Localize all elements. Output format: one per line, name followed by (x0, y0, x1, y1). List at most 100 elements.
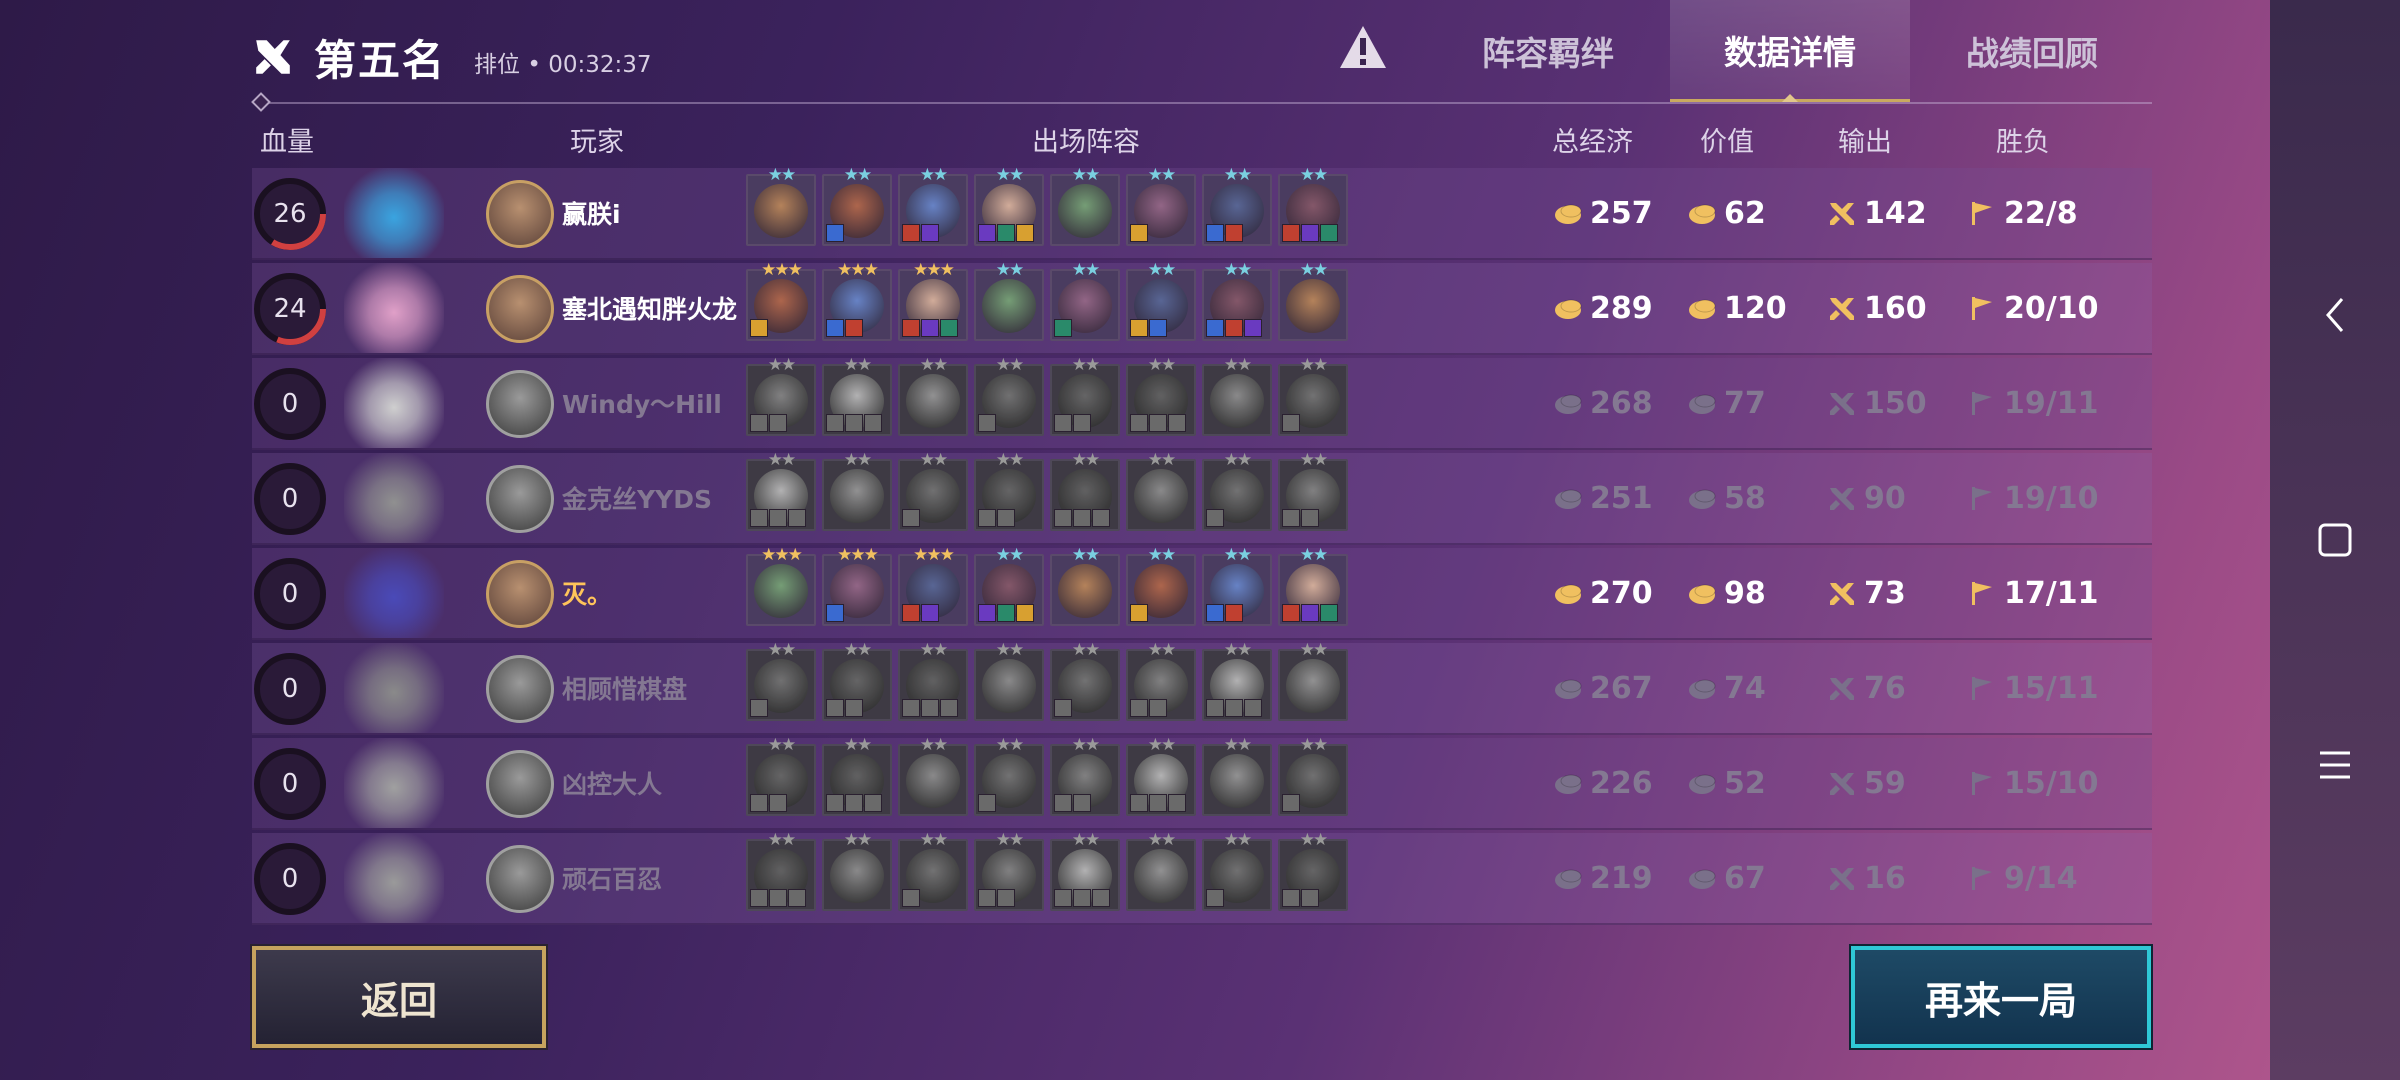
flag-icon (1972, 867, 1992, 890)
warning-icon[interactable] (1338, 24, 1388, 70)
champion-unit[interactable]: ★★ (746, 356, 816, 436)
table-row[interactable]: 0 相顾惜棋盘 ★★ ★★ ★★ ★★ ★★ ★★ ★★ ★★ 267 74 76 15/11 (252, 641, 2152, 735)
tab-match-review[interactable]: 战绩回顾 (1912, 0, 2152, 102)
tab-lineup-bonds[interactable]: 阵容羁绊 (1428, 0, 1668, 102)
champion-unit[interactable]: ★★ (974, 736, 1044, 816)
champion-unit[interactable]: ★★ (746, 451, 816, 531)
champion-unit[interactable]: ★★ (1050, 736, 1120, 816)
champion-unit[interactable]: ★★ (1050, 641, 1120, 721)
champion-unit[interactable]: ★★ (898, 356, 968, 436)
table-row[interactable]: 26 赢朕i ★★ ★★ ★★ ★★ ★★ ★★ ★★ ★★ 257 62 142 22/8 (252, 166, 2152, 260)
table-row[interactable]: 0 金克丝YYDS ★★ ★★ ★★ ★★ ★★ ★★ ★★ ★★ 251 58 90 19/10 (252, 451, 2152, 545)
nav-back-button[interactable] (2270, 270, 2400, 360)
economy-stat-value: 267 (1590, 670, 1653, 706)
avatar[interactable] (486, 750, 554, 818)
item-slots (978, 889, 1015, 907)
champion-unit[interactable]: ★★★ (822, 546, 892, 626)
champion-unit[interactable]: ★★ (746, 641, 816, 721)
champion-unit[interactable]: ★★ (1126, 736, 1196, 816)
champion-unit[interactable]: ★★ (974, 356, 1044, 436)
champion-unit[interactable]: ★★ (898, 736, 968, 816)
champion-unit[interactable]: ★★ (1202, 641, 1272, 721)
champion-unit[interactable]: ★★★ (746, 261, 816, 341)
champion-unit[interactable]: ★★ (1202, 831, 1272, 911)
table-row[interactable]: 0 灭。 ★★★ ★★★ ★★★ ★★ ★★ ★★ ★★ ★★ 270 98 73 17/11 (252, 546, 2152, 640)
champion-unit[interactable]: ★★ (1278, 166, 1348, 246)
item-slots (902, 224, 939, 242)
champion-unit[interactable]: ★★ (1202, 356, 1272, 436)
avatar[interactable] (486, 845, 554, 913)
champion-unit[interactable]: ★★ (974, 641, 1044, 721)
champion-unit[interactable]: ★★ (974, 831, 1044, 911)
champion-unit[interactable]: ★★ (822, 166, 892, 246)
nav-menu-button[interactable] (2270, 720, 2400, 810)
champion-unit[interactable]: ★★ (1050, 451, 1120, 531)
champion-unit[interactable]: ★★ (1126, 831, 1196, 911)
tab-data-details[interactable]: 数据详情 (1670, 0, 1910, 102)
table-row[interactable]: 0 Windy～Hill ★★ ★★ ★★ ★★ ★★ ★★ ★★ ★★ 268 77 150 19/11 (252, 356, 2152, 450)
champion-unit[interactable]: ★★ (1126, 451, 1196, 531)
champion-unit[interactable]: ★★ (1278, 736, 1348, 816)
champion-unit[interactable]: ★★ (974, 546, 1044, 626)
champion-unit[interactable]: ★★ (1202, 546, 1272, 626)
champion-unit[interactable]: ★★★ (898, 546, 968, 626)
champion-unit[interactable]: ★★ (1202, 166, 1272, 246)
item-icon (864, 414, 882, 432)
item-slots (826, 699, 863, 717)
item-slots (750, 699, 768, 717)
champion-unit[interactable]: ★★★ (746, 546, 816, 626)
champion-unit[interactable]: ★★★ (822, 261, 892, 341)
champion-unit[interactable]: ★★ (1202, 261, 1272, 341)
champion-unit[interactable]: ★★ (1050, 831, 1120, 911)
avatar[interactable] (486, 180, 554, 248)
champion-unit[interactable]: ★★ (1278, 546, 1348, 626)
champion-unit[interactable]: ★★ (1050, 166, 1120, 246)
champion-unit[interactable]: ★★ (1126, 546, 1196, 626)
champion-unit[interactable]: ★★ (746, 736, 816, 816)
champion-unit[interactable]: ★★ (746, 831, 816, 911)
champion-unit[interactable]: ★★ (822, 831, 892, 911)
active-tab-indicator (1782, 94, 1798, 102)
champion-unit[interactable]: ★★ (1126, 356, 1196, 436)
record-stat-value: 15/10 (2004, 765, 2099, 801)
champion-unit[interactable]: ★★ (746, 166, 816, 246)
table-row[interactable]: 0 顽石百忍 ★★ ★★ ★★ ★★ ★★ ★★ ★★ ★★ 219 67 16 9/14 (252, 831, 2152, 925)
champion-unit[interactable]: ★★ (1126, 641, 1196, 721)
back-button[interactable]: 返回 (250, 944, 548, 1050)
champion-unit[interactable]: ★★ (1278, 641, 1348, 721)
champion-unit[interactable]: ★★ (898, 451, 968, 531)
value-stat: 52 (1686, 738, 1766, 828)
champion-unit[interactable]: ★★ (974, 261, 1044, 341)
play-again-button[interactable]: 再来一局 (1849, 944, 2153, 1050)
avatar[interactable] (486, 370, 554, 438)
avatar[interactable] (486, 465, 554, 533)
champion-unit[interactable]: ★★ (974, 166, 1044, 246)
champion-unit[interactable]: ★★ (1202, 451, 1272, 531)
coin-icon (1689, 679, 1716, 699)
champion-unit[interactable]: ★★ (1202, 736, 1272, 816)
champion-unit[interactable]: ★★ (1278, 831, 1348, 911)
champion-unit[interactable]: ★★ (1050, 546, 1120, 626)
champion-unit[interactable]: ★★ (898, 166, 968, 246)
table-row[interactable]: 24 塞北遇知胖火龙 ★★★ ★★★ ★★★ ★★ ★★ ★★ ★★ ★★ 289 120 160 20/… (252, 261, 2152, 355)
champion-unit[interactable]: ★★ (822, 451, 892, 531)
champion-unit[interactable]: ★★ (1126, 261, 1196, 341)
champion-unit[interactable]: ★★ (1050, 356, 1120, 436)
avatar[interactable] (486, 275, 554, 343)
avatar[interactable] (486, 655, 554, 723)
champion-unit[interactable]: ★★ (898, 641, 968, 721)
nav-home-button[interactable] (2270, 495, 2400, 585)
champion-unit[interactable]: ★★ (1278, 451, 1348, 531)
champion-unit[interactable]: ★★ (822, 641, 892, 721)
champion-unit[interactable]: ★★ (1278, 356, 1348, 436)
champion-unit[interactable]: ★★ (822, 356, 892, 436)
table-row[interactable]: 0 凶控大人 ★★ ★★ ★★ ★★ ★★ ★★ ★★ ★★ 226 52 59 15/10 (252, 736, 2152, 830)
champion-unit[interactable]: ★★ (974, 451, 1044, 531)
avatar[interactable] (486, 560, 554, 628)
champion-unit[interactable]: ★★ (1050, 261, 1120, 341)
champion-unit[interactable]: ★★ (822, 736, 892, 816)
champion-unit[interactable]: ★★ (1126, 166, 1196, 246)
champion-unit[interactable]: ★★★ (898, 261, 968, 341)
champion-unit[interactable]: ★★ (1278, 261, 1348, 341)
champion-unit[interactable]: ★★ (898, 831, 968, 911)
